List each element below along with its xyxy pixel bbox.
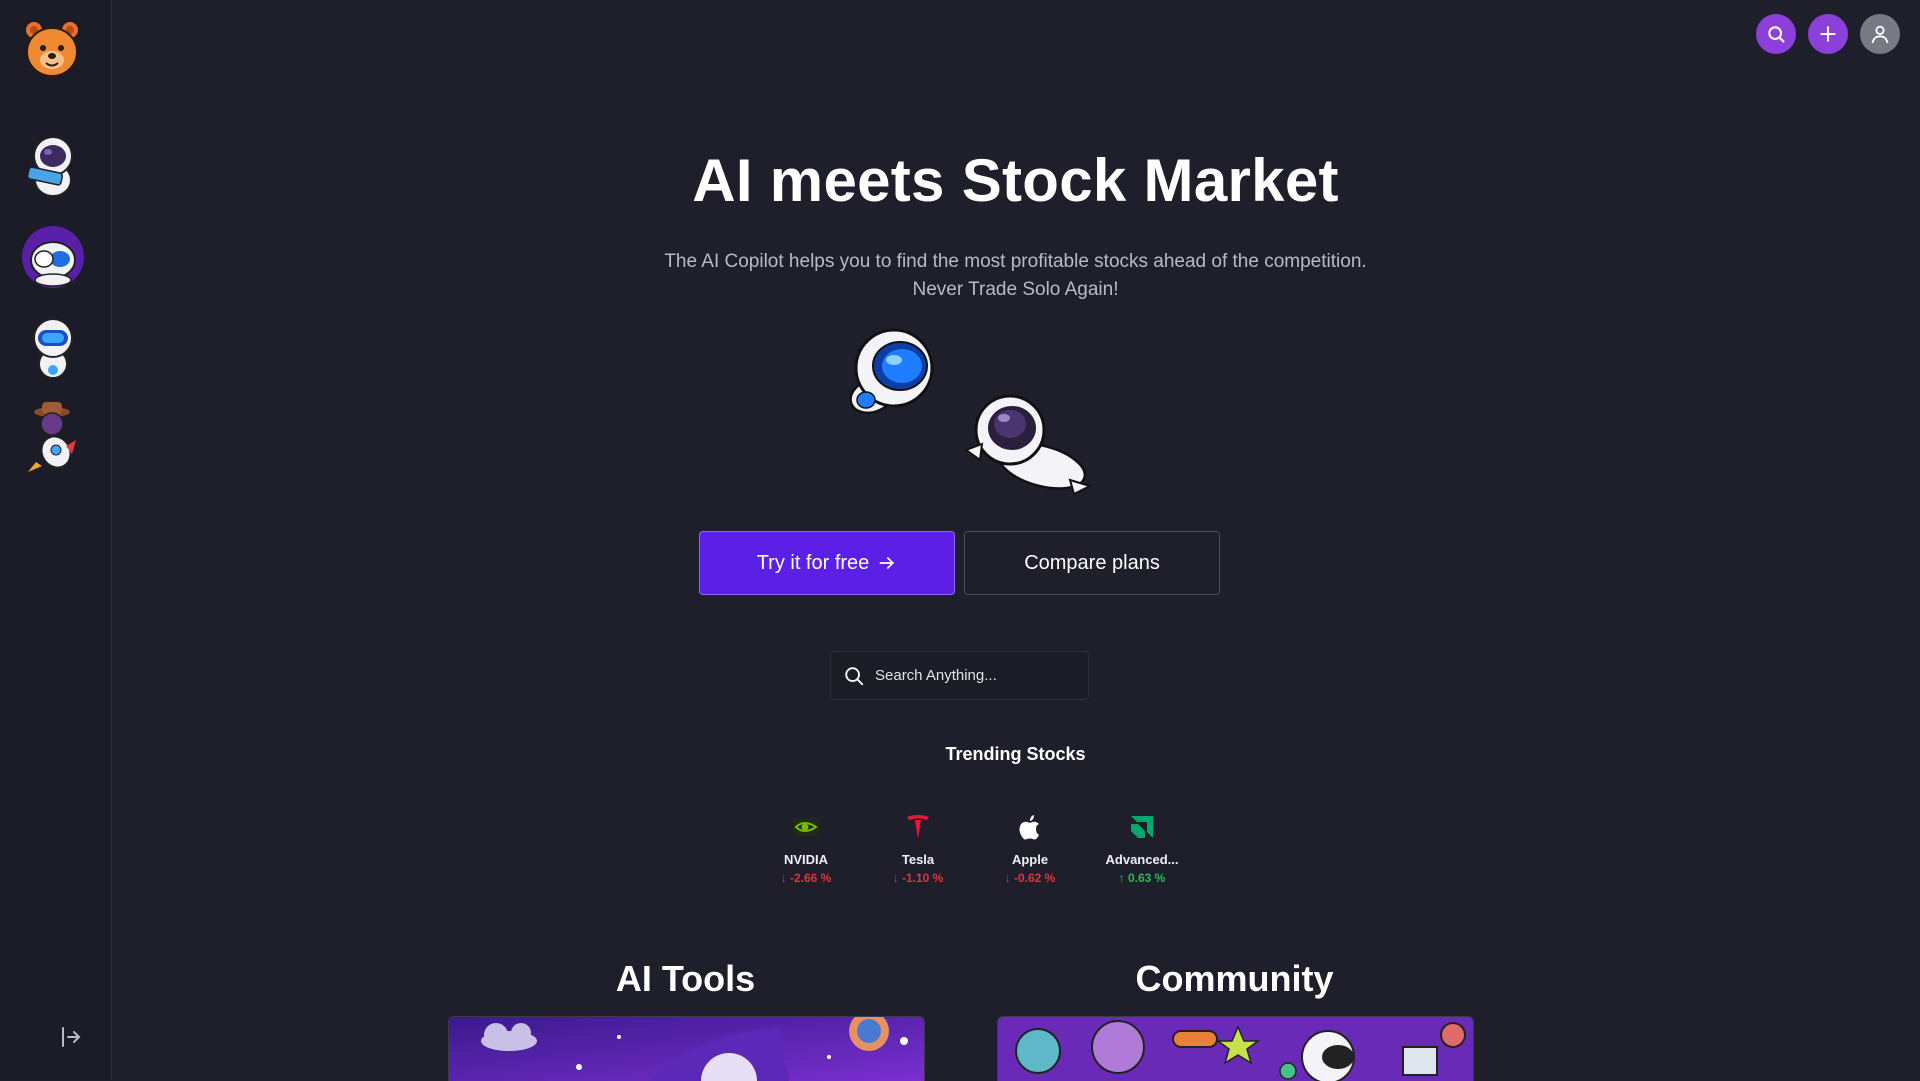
user-icon: [1871, 25, 1889, 44]
cta-row: Try it for free Compare plans: [699, 531, 1220, 595]
ai-tools-banner[interactable]: [448, 1016, 925, 1081]
hero-subtitle-line-1: The AI Copilot helps you to find the mos…: [664, 251, 1367, 272]
expand-sidebar-icon: [62, 1027, 81, 1047]
stock-name: Advanced...: [1105, 852, 1179, 867]
stock-change-value: -0.62 %: [1013, 871, 1056, 885]
stock-change: ↓ -2.66 %: [781, 871, 832, 885]
stock-name: Tesla: [901, 852, 935, 867]
user-account-button[interactable]: [1860, 14, 1900, 54]
compare-plans-button[interactable]: Compare plans: [964, 531, 1220, 595]
stock-name: Apple: [1011, 852, 1049, 867]
nvidia-logo-icon: [791, 812, 821, 842]
sidebar-item-robot-bot[interactable]: [22, 312, 84, 382]
stock-item-nvidia[interactable]: NVIDIA ↓ -2.66 %: [750, 812, 862, 885]
up-arrow-icon: ↑: [1118, 871, 1128, 885]
try-free-label: Try it for free: [756, 551, 870, 574]
down-arrow-icon: ↓: [892, 871, 902, 885]
search-input[interactable]: [873, 666, 1077, 685]
search-button[interactable]: [1756, 14, 1796, 54]
stock-change-value: -2.66 %: [789, 871, 832, 885]
add-button[interactable]: [1808, 14, 1848, 54]
stock-change: ↓ -0.62 %: [1005, 871, 1056, 885]
down-arrow-icon: ↓: [1004, 871, 1014, 885]
search-icon: [1768, 26, 1785, 43]
hero-title: AI meets Stock Market: [692, 147, 1339, 214]
bear-logo-icon[interactable]: [24, 18, 80, 78]
stock-change: ↑ 0.63 %: [1119, 871, 1166, 885]
sidebar: [0, 0, 112, 1080]
sidebar-item-purple-bot[interactable]: [22, 222, 84, 292]
stock-change-value: 0.63 %: [1127, 871, 1166, 885]
stock-item-apple[interactable]: Apple ↓ -0.62 %: [974, 812, 1086, 885]
community-title: Community: [1135, 958, 1334, 999]
astronaut-illustration-2-icon: [960, 384, 1098, 500]
top-actions: [1756, 14, 1900, 54]
stock-change-value: -1.10 %: [901, 871, 944, 885]
ai-tools-title: AI Tools: [615, 958, 756, 999]
search-field[interactable]: [830, 651, 1089, 700]
hero-subtitle-line-2: Never Trade Solo Again!: [912, 279, 1119, 300]
amd-logo-icon: [1127, 812, 1157, 842]
try-free-button[interactable]: Try it for free: [699, 531, 955, 595]
trending-stocks-title: Trending Stocks: [945, 744, 1086, 764]
stock-item-tesla[interactable]: Tesla ↓ -1.10 %: [862, 812, 974, 885]
community-banner[interactable]: [997, 1016, 1474, 1081]
stock-item-amd[interactable]: Advanced... ↑ 0.63 %: [1086, 812, 1198, 885]
search-icon: [845, 666, 864, 685]
hero-subtitle: The AI Copilot helps you to find the mos…: [111, 248, 1920, 304]
tesla-logo-icon: [903, 812, 933, 842]
sidebar-item-momo-bot[interactable]: [22, 130, 84, 200]
down-arrow-icon: ↓: [780, 871, 790, 885]
sidebar-item-cowboy-rocket-bot[interactable]: [22, 400, 84, 472]
astronaut-illustration-icon: [832, 322, 942, 422]
trending-stocks-list: NVIDIA ↓ -2.66 % Tesla ↓ -1.10 % Apple ↓…: [750, 812, 1198, 885]
apple-logo-icon: [1015, 812, 1045, 842]
expand-sidebar-button[interactable]: [55, 1024, 87, 1050]
stock-change: ↓ -1.10 %: [893, 871, 944, 885]
plus-icon: [1820, 26, 1836, 42]
arrow-right-icon: [879, 557, 895, 569]
stock-name: NVIDIA: [783, 852, 829, 867]
